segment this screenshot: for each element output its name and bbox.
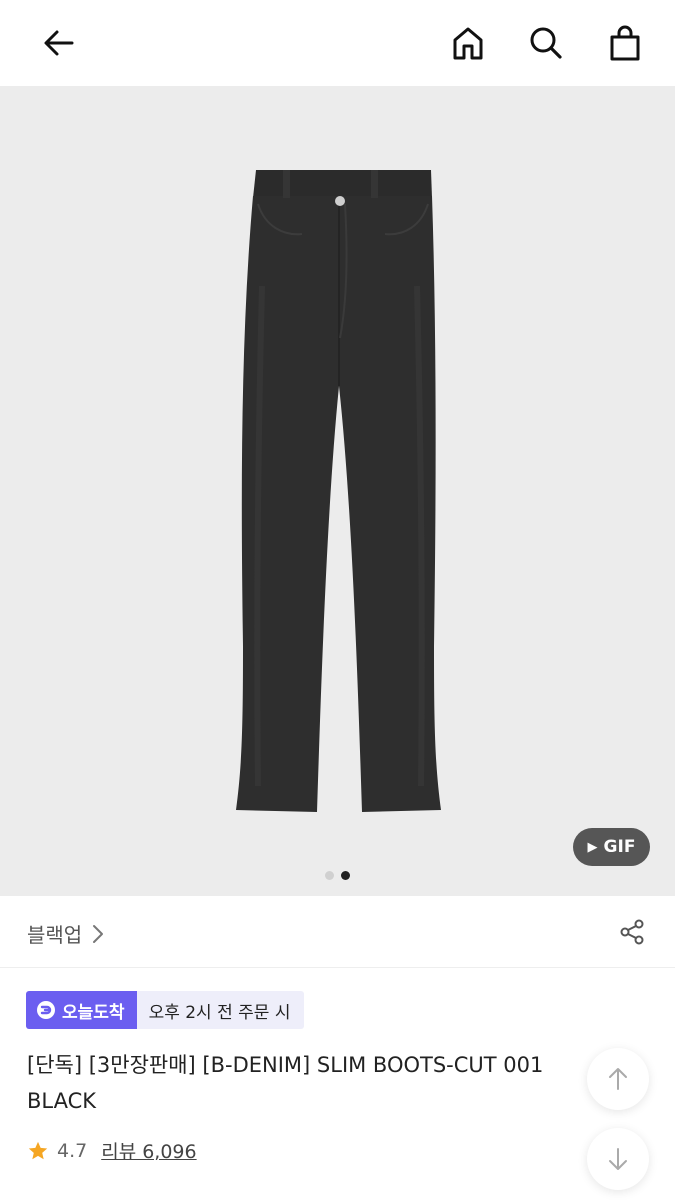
search-icon xyxy=(530,27,562,59)
search-button[interactable] xyxy=(522,19,570,67)
home-icon xyxy=(453,27,483,60)
product-title: [단독] [3만장판매] [B-DENIM] SLIM BOOTS-CUT 00… xyxy=(27,1053,544,1113)
delivery-note: 오후 2시 전 주문 시 xyxy=(136,991,305,1029)
delivery-tag: 오늘도착 xyxy=(26,991,137,1029)
gif-label: GIF xyxy=(603,837,636,857)
reviews-link[interactable]: 리뷰 6,096 xyxy=(101,1137,196,1164)
brand-name: 블랙업 xyxy=(27,923,83,947)
star-icon xyxy=(28,1141,48,1159)
chevron-right-icon xyxy=(93,924,104,943)
cart-button[interactable] xyxy=(601,19,649,67)
play-icon: ▶ xyxy=(587,839,598,855)
back-button[interactable] xyxy=(35,19,83,67)
pagination-dot-active[interactable] xyxy=(341,871,350,880)
brand-row: 블랙업 xyxy=(0,897,675,968)
arrow-up-icon xyxy=(609,1068,627,1090)
rating-score: 4.7 xyxy=(57,1139,88,1162)
delivery-badge: 오늘도착 오후 2시 전 주문 시 xyxy=(26,991,305,1029)
gif-play-button[interactable]: ▶ GIF xyxy=(573,828,650,866)
shopping-bag-icon xyxy=(610,25,640,61)
brand-link[interactable]: 블랙업 xyxy=(27,919,104,948)
pagination-dot[interactable] xyxy=(325,871,334,880)
product-image-gallery[interactable] xyxy=(0,86,675,896)
scroll-bottom-button[interactable] xyxy=(587,1128,649,1190)
delivery-tag-label: 오늘도착 xyxy=(62,1002,125,1023)
rating-row: 4.7 리뷰 6,096 xyxy=(27,1137,197,1164)
scroll-top-button[interactable] xyxy=(587,1048,649,1110)
fast-delivery-icon xyxy=(37,1001,55,1019)
share-icon xyxy=(620,919,644,945)
share-button[interactable] xyxy=(615,915,649,949)
gallery-pagination xyxy=(325,871,350,880)
arrow-down-icon xyxy=(609,1148,627,1170)
arrow-left-icon xyxy=(44,30,74,56)
top-navigation-bar xyxy=(0,0,675,86)
home-button[interactable] xyxy=(444,19,492,67)
product-image-jeans xyxy=(236,170,441,812)
